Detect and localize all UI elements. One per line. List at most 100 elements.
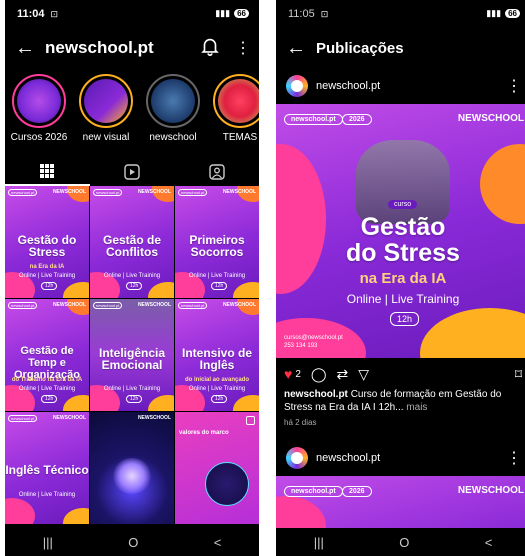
post-thumbnail[interactable]: newschool.pt NEWSCHOOL Intensivo de Ingl… <box>175 299 259 411</box>
caption-more-link[interactable]: mais <box>406 402 427 413</box>
tab-tagged[interactable] <box>174 158 259 186</box>
notification-icon: ⊡ <box>50 8 59 19</box>
tile-pill: newschool.pt <box>8 302 38 309</box>
status-bar: 11:05 ⊡ ▮▮▮ 66 <box>276 0 525 28</box>
highlight-thumbnail <box>84 79 128 123</box>
notification-bell-icon[interactable] <box>199 35 225 61</box>
heart-icon: ♥ <box>284 366 293 382</box>
highlight-label: TEMAS <box>222 132 258 143</box>
tile-mode: Online | Live Training <box>103 273 161 279</box>
tile-brand: NEWSCHOOL <box>137 415 171 421</box>
post-thumbnail[interactable]: newschool.pt NEWSCHOOL Primeiros Socorro… <box>175 186 259 298</box>
image-hours: 12h <box>390 312 420 326</box>
tile-caption: valores do marco <box>179 430 229 436</box>
save-bookmark-icon[interactable]: ⌑ <box>515 366 522 383</box>
more-options-icon[interactable]: ⋮ <box>235 38 251 58</box>
more-options-icon[interactable]: ⋮ <box>506 76 522 96</box>
brand-logo: NEWSCHOOL <box>457 485 524 496</box>
back-arrow-icon[interactable]: ← <box>15 37 45 60</box>
highlight-new-visual[interactable]: new visual <box>75 74 137 143</box>
home-button[interactable]: O <box>399 535 409 550</box>
tagged-icon <box>208 164 225 180</box>
avatar[interactable] <box>286 447 308 469</box>
brain-illustration <box>112 458 152 494</box>
image-pill-year: 2026 <box>342 114 372 125</box>
profile-username: newschool.pt <box>45 38 154 57</box>
recents-button[interactable]: ||| <box>314 535 324 550</box>
tile-subtitle: do inicial ao avançado <box>184 377 250 383</box>
highlight-temas[interactable]: TEMAS <box>209 74 259 143</box>
tile-mode: Online | Live Training <box>103 386 161 392</box>
tile-hours: 12h <box>41 282 58 290</box>
highlight-cursos-2026[interactable]: Cursos 2026 <box>8 74 70 143</box>
post-thumbnail[interactable]: NEWSCHOOL <box>90 412 174 524</box>
tile-pill: newschool.pt <box>93 189 123 196</box>
back-button[interactable]: < <box>485 535 493 550</box>
comment-icon[interactable]: ◯ <box>311 366 327 383</box>
course-tag: curso <box>388 200 418 209</box>
post-username[interactable]: newschool.pt <box>316 452 506 464</box>
image-subtitle: na Era da IA <box>359 270 447 287</box>
caption-username[interactable]: newschool.pt <box>284 389 348 400</box>
page-title: Publicações <box>316 39 404 57</box>
post-thumbnail[interactable]: newschool.pt NEWSCHOOL Gestão do Stress … <box>5 186 89 298</box>
tile-mode: Online | Live Training <box>18 492 76 498</box>
post-image[interactable]: newschool.pt 2026 NEWSCHOOL curso Gestão… <box>276 104 525 358</box>
system-nav-bar: ||| O < <box>276 528 525 556</box>
home-button[interactable]: O <box>128 535 138 550</box>
tile-pill: newschool.pt <box>178 189 208 196</box>
image-title: Gestão do Stress <box>276 214 525 266</box>
system-nav-bar: ||| O < <box>5 528 259 556</box>
reel-thumbnail[interactable]: valores do marco <box>175 412 259 524</box>
highlight-thumbnail <box>17 79 61 123</box>
post-timestamp: há 2 dias <box>284 418 317 427</box>
tile-brand: NEWSCHOOL <box>52 302 86 308</box>
post-thumbnail[interactable]: newschool.pt NEWSCHOOL Inglês Técnico On… <box>5 412 89 524</box>
post-actions: ♥ 2 ◯ ⇄ ▽ ⌑ <box>276 362 525 386</box>
status-icons: ▮▮▮ 66 <box>215 8 249 19</box>
tile-brand: NEWSCHOOL <box>222 189 256 195</box>
share-icon[interactable]: ▽ <box>358 366 369 383</box>
image-contact-email: cursos@newschool.pt <box>284 335 343 341</box>
repost-icon[interactable]: ⇄ <box>337 366 349 383</box>
tile-mode: Online | Live Training <box>18 273 76 279</box>
status-bar: 11:04 ⊡ ▮▮▮ 66 <box>5 0 259 28</box>
signal-icon: ▮▮▮ <box>215 8 231 18</box>
tile-hours: 12h <box>126 395 143 403</box>
highlight-label: newschool <box>149 132 197 143</box>
tile-title: Gestão do Stress <box>17 233 77 259</box>
post-thumbnail[interactable]: newschool.pt NEWSCHOOL Gestão de Temp e … <box>5 299 89 411</box>
highlight-newschool[interactable]: newschool <box>142 74 204 143</box>
tile-title: Gestão de Conflitos <box>102 233 162 259</box>
post-thumbnail[interactable]: newschool.pt NEWSCHOOL Gestão de Conflit… <box>90 186 174 298</box>
back-button[interactable]: < <box>214 535 222 550</box>
next-post-header: newschool.pt ⋮ <box>276 442 525 474</box>
recents-button[interactable]: ||| <box>43 535 53 550</box>
tile-title: Intensivo de Inglês <box>181 346 252 372</box>
back-arrow-icon[interactable]: ← <box>286 37 316 60</box>
image-pill-year: 2026 <box>342 486 372 497</box>
more-options-icon[interactable]: ⋮ <box>506 448 522 468</box>
avatar[interactable] <box>286 75 308 97</box>
post-caption: newschool.pt Curso de formação em Gestão… <box>284 388 522 414</box>
tab-grid[interactable] <box>5 158 90 186</box>
post-screen: 11:05 ⊡ ▮▮▮ 66 ← Publicações newschool.p… <box>276 0 525 556</box>
posts-grid: newschool.pt NEWSCHOOL Gestão do Stress … <box>5 186 259 524</box>
like-button[interactable]: ♥ 2 <box>284 366 301 382</box>
reel-indicator-icon <box>246 416 255 425</box>
tile-brand: NEWSCHOOL <box>52 415 86 421</box>
tile-pill: newschool.pt <box>8 415 38 422</box>
like-count: 2 <box>295 368 301 380</box>
post-username[interactable]: newschool.pt <box>316 80 506 92</box>
tab-reels[interactable] <box>90 158 175 186</box>
tile-title: Gestão de Temp e Organização <box>13 345 81 381</box>
image-pill-site: newschool.pt <box>284 114 343 125</box>
next-post-image[interactable]: newschool.pt 2026 NEWSCHOOL <box>276 476 525 528</box>
tile-hours: 12h <box>211 282 228 290</box>
brand-logo: NEWSCHOOL <box>457 113 524 124</box>
tile-subtitle: na Era da IA <box>29 264 65 270</box>
status-time: 11:04 <box>17 8 45 20</box>
tile-title: Inteligência Emocional <box>98 346 166 372</box>
post-thumbnail[interactable]: newschool.pt NEWSCHOOL Inteligência Emoc… <box>90 299 174 411</box>
tile-hours: 12h <box>41 395 58 403</box>
